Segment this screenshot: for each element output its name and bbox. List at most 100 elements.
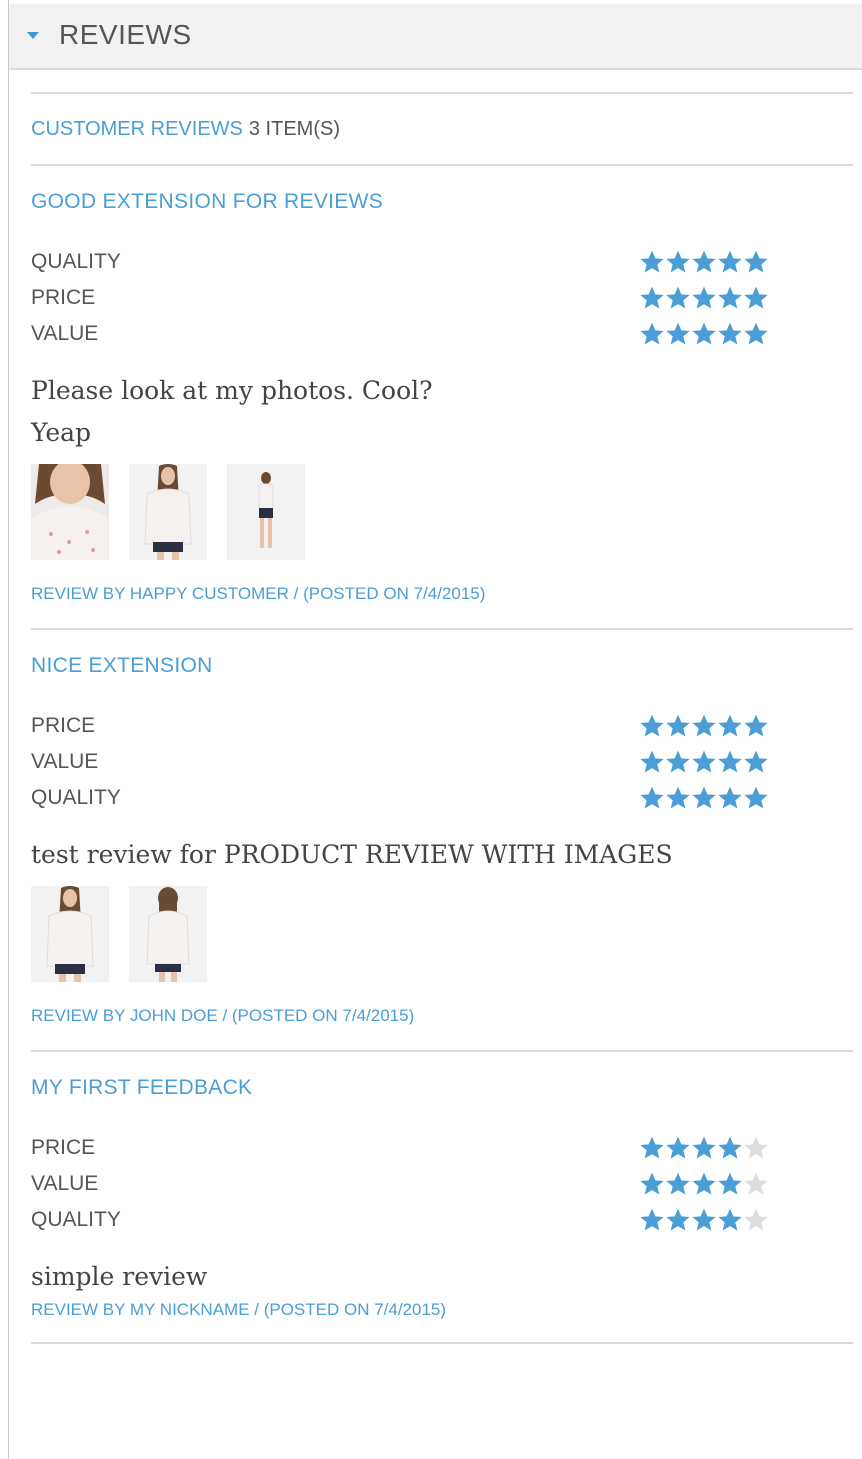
star-filled-icon	[691, 321, 717, 347]
star-filled-icon	[691, 285, 717, 311]
star-filled-icon	[691, 749, 717, 775]
star-rating	[639, 1171, 769, 1197]
star-filled-icon	[717, 1207, 743, 1233]
rating-row: PRICE	[31, 708, 853, 744]
star-filled-icon	[691, 249, 717, 275]
star-filled-icon	[639, 1207, 665, 1233]
star-empty-icon	[743, 1135, 769, 1161]
caret-down-icon[interactable]	[27, 32, 39, 39]
star-filled-icon	[743, 249, 769, 275]
rating-table: PRICE VALUE QUALITY	[31, 1130, 853, 1238]
review-title: NICE EXTENSION	[31, 654, 213, 677]
star-filled-icon	[665, 285, 691, 311]
rating-row: QUALITY	[31, 244, 853, 280]
star-filled-icon	[665, 249, 691, 275]
star-filled-icon	[717, 713, 743, 739]
star-filled-icon	[639, 785, 665, 811]
review-photo-thumbnail[interactable]	[31, 464, 109, 560]
star-filled-icon	[743, 285, 769, 311]
star-filled-icon	[743, 749, 769, 775]
review-item: NICE EXTENSION PRICE VALUE QUALITY test revi…	[31, 630, 853, 1052]
star-filled-icon	[743, 713, 769, 739]
star-filled-icon	[691, 1207, 717, 1233]
summary-label: CUSTOMER REVIEWS	[31, 117, 243, 140]
rating-label: QUALITY	[31, 786, 121, 809]
review-photo-thumbnail[interactable]	[129, 464, 207, 560]
rating-label: PRICE	[31, 1136, 96, 1159]
star-filled-icon	[717, 285, 743, 311]
rating-table: QUALITY PRICE VALUE	[31, 244, 853, 352]
rating-label: VALUE	[31, 1172, 99, 1195]
rating-label: VALUE	[31, 750, 99, 773]
review-title: MY FIRST FEEDBACK	[31, 1076, 253, 1099]
star-rating	[639, 713, 769, 739]
star-filled-icon	[743, 785, 769, 811]
review-photo-thumbnail[interactable]	[129, 886, 207, 982]
star-filled-icon	[717, 1135, 743, 1161]
review-item: MY FIRST FEEDBACK PRICE VALUE QUALITY simple…	[31, 1052, 853, 1344]
star-filled-icon	[717, 1171, 743, 1197]
reviews-content: CUSTOMER REVIEWS 3 ITEM(S) GOOD EXTENSIO…	[31, 92, 853, 1344]
star-empty-icon	[743, 1171, 769, 1197]
star-filled-icon	[639, 713, 665, 739]
star-filled-icon	[639, 1135, 665, 1161]
review-photos	[31, 886, 853, 982]
star-filled-icon	[717, 749, 743, 775]
rating-row: VALUE	[31, 744, 853, 780]
star-filled-icon	[665, 785, 691, 811]
star-rating	[639, 321, 769, 347]
star-filled-icon	[639, 321, 665, 347]
star-rating	[639, 785, 769, 811]
review-text: test review for PRODUCT REVIEW WITH IMAG…	[31, 840, 673, 869]
reviews-summary: CUSTOMER REVIEWS 3 ITEM(S)	[31, 94, 853, 164]
rating-label: PRICE	[31, 286, 96, 309]
star-filled-icon	[717, 785, 743, 811]
rating-row: VALUE	[31, 316, 853, 352]
reviews-tab-header[interactable]: REVIEWS	[9, 4, 862, 70]
star-filled-icon	[639, 749, 665, 775]
star-filled-icon	[639, 1171, 665, 1197]
star-empty-icon	[743, 1207, 769, 1233]
rating-label: QUALITY	[31, 1208, 121, 1231]
star-filled-icon	[665, 321, 691, 347]
review-item: GOOD EXTENSION FOR REVIEWS QUALITY PRICE VA…	[31, 166, 853, 630]
review-text: simple review	[31, 1262, 208, 1291]
divider	[31, 1342, 853, 1344]
review-photo-thumbnail[interactable]	[31, 886, 109, 982]
star-rating	[639, 285, 769, 311]
star-filled-icon	[665, 749, 691, 775]
rating-label: VALUE	[31, 322, 99, 345]
rating-row: PRICE	[31, 1130, 853, 1166]
star-filled-icon	[665, 1135, 691, 1161]
reviews-tab-title[interactable]: REVIEWS	[59, 19, 192, 51]
star-filled-icon	[665, 1207, 691, 1233]
review-byline: REVIEW BY HAPPY CUSTOMER / (POSTED ON 7/…	[31, 584, 486, 603]
star-filled-icon	[717, 249, 743, 275]
review-title: GOOD EXTENSION FOR REVIEWS	[31, 190, 384, 213]
rating-row: QUALITY	[31, 780, 853, 816]
star-filled-icon	[665, 1171, 691, 1197]
star-filled-icon	[691, 713, 717, 739]
star-rating	[639, 249, 769, 275]
star-filled-icon	[665, 713, 691, 739]
reviews-panel: REVIEWS CUSTOMER REVIEWS 3 ITEM(S) GOOD …	[8, 0, 862, 1459]
rating-label: PRICE	[31, 714, 96, 737]
rating-row: PRICE	[31, 280, 853, 316]
review-list: GOOD EXTENSION FOR REVIEWS QUALITY PRICE VA…	[31, 166, 853, 1344]
review-text: Yeap	[31, 418, 92, 447]
star-filled-icon	[743, 321, 769, 347]
star-filled-icon	[639, 285, 665, 311]
review-photos	[31, 464, 853, 560]
star-rating	[639, 1207, 769, 1233]
star-filled-icon	[691, 1171, 717, 1197]
rating-table: PRICE VALUE QUALITY	[31, 708, 853, 816]
review-photo-thumbnail[interactable]	[227, 464, 305, 560]
star-rating	[639, 749, 769, 775]
review-text: Please look at my photos. Cool?	[31, 376, 433, 405]
rating-row: VALUE	[31, 1166, 853, 1202]
review-byline: REVIEW BY JOHN DOE / (POSTED ON 7/4/2015…	[31, 1006, 415, 1025]
rating-label: QUALITY	[31, 250, 121, 273]
review-byline: REVIEW BY MY NICKNAME / (POSTED ON 7/4/2…	[31, 1300, 447, 1319]
star-filled-icon	[717, 321, 743, 347]
star-filled-icon	[691, 1135, 717, 1161]
